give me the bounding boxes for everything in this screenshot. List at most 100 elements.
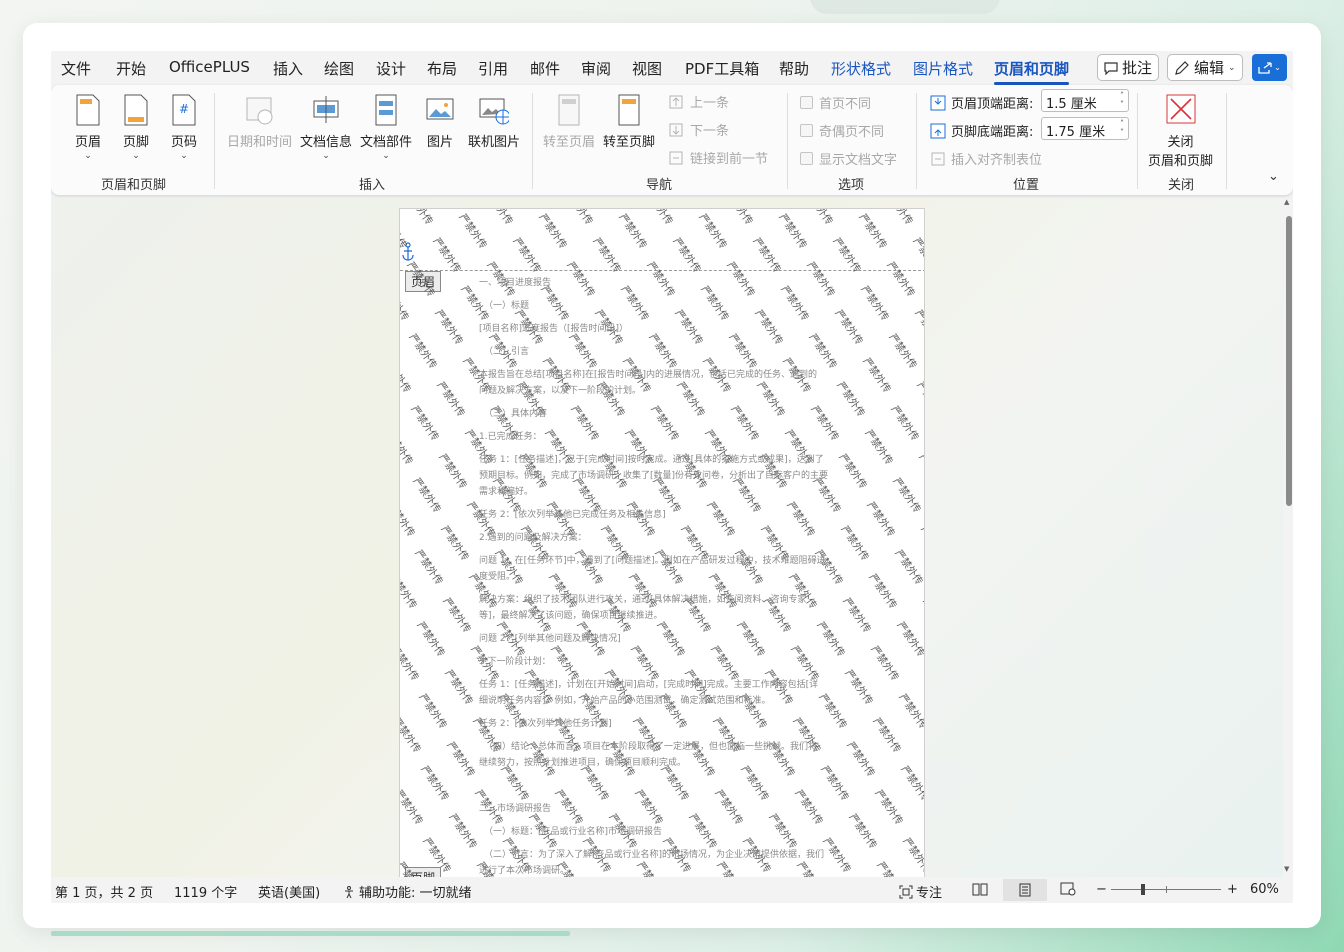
tab-pdf-tools[interactable]: PDF工具箱 — [685, 58, 759, 79]
goto-header-button[interactable]: 转至页眉 — [543, 93, 595, 150]
accessibility-status[interactable]: 辅助功能: 一切就绪 — [342, 882, 472, 901]
watermark-text: 严禁外传 — [672, 308, 705, 348]
page-number-button[interactable]: # 页码 ⌄ — [169, 93, 199, 161]
watermark-text: 严禁外传 — [399, 572, 419, 612]
document-line: 本报告旨在总结[项目名称]在[报告时间段]内的进展情况，包括已完成的任务、遇到的 — [479, 370, 818, 380]
next-icon — [669, 123, 683, 136]
share-icon — [1258, 61, 1272, 74]
tab-officeplus[interactable]: OfficePLUS — [169, 58, 250, 76]
tab-picture-format[interactable]: 图片格式 — [913, 58, 973, 79]
watermark-text: 严禁外传 — [430, 236, 463, 276]
watermark-text: 严禁外传 — [868, 644, 901, 684]
first-page-checkbox[interactable]: 首页不同 — [800, 93, 871, 112]
watermark-text: 严禁外传 — [436, 452, 469, 492]
watermark-text: 严禁外传 — [400, 810, 402, 851]
vertical-scrollbar[interactable]: ▲ ▼ — [1283, 198, 1293, 877]
goto-header-icon — [558, 94, 580, 126]
footer-button[interactable]: 页脚 ⌄ — [121, 93, 151, 161]
watermark-text: 严禁外传 — [856, 212, 889, 252]
watermark-text: 严禁外传 — [864, 500, 897, 540]
watermark-text: 严禁外传 — [696, 212, 729, 252]
tab-help[interactable]: 帮助 — [779, 58, 809, 79]
next-button[interactable]: 下一条 — [668, 120, 729, 139]
show-text-label: 显示文档文字 — [819, 153, 898, 168]
document-line: （二）引言：为了深入了解[产品或行业名称]的市场情况，为企业决策提供依据，我们 — [484, 850, 825, 860]
watermark-text: 严禁外传 — [670, 236, 703, 276]
watermark-text: 严禁外传 — [832, 308, 865, 348]
tab-insert[interactable]: 插入 — [273, 58, 303, 79]
align-tab-icon — [931, 152, 945, 165]
chevron-down-icon: ⌄ — [382, 151, 390, 161]
tab-view[interactable]: 视图 — [632, 58, 662, 79]
prev-button[interactable]: 上一条 — [668, 92, 729, 111]
tab-draw[interactable]: 绘图 — [324, 58, 354, 79]
watermark-text: 严禁外传 — [846, 812, 879, 852]
zoom-slider[interactable] — [1111, 884, 1221, 895]
tab-review[interactable]: 审阅 — [581, 58, 611, 79]
show-text-checkbox[interactable]: 显示文档文字 — [800, 149, 897, 168]
header-icon — [76, 94, 100, 126]
online-picture-button[interactable]: 联机图片 — [468, 93, 520, 150]
document-line: 一、项目进度报告 — [479, 278, 552, 288]
tab-design[interactable]: 设计 — [376, 58, 406, 79]
scroll-up-icon[interactable]: ▲ — [1284, 198, 1289, 206]
watermark-text: 严禁外传 — [634, 858, 669, 877]
tab-shape-format[interactable]: 形状格式 — [831, 58, 891, 79]
goto-footer-button[interactable]: 转至页脚 — [603, 93, 655, 150]
header-button[interactable]: 页眉 ⌄ — [73, 93, 103, 161]
watermark-text: 严禁外传 — [766, 812, 799, 852]
watermark-text: 严禁外传 — [836, 452, 869, 492]
tab-layout[interactable]: 布局 — [427, 58, 457, 79]
tab-header-footer[interactable]: 页眉和页脚 — [994, 58, 1070, 85]
scroll-down-icon[interactable]: ▼ — [1284, 865, 1289, 873]
print-layout-button[interactable] — [1003, 879, 1047, 901]
language[interactable]: 英语(美国) — [258, 882, 320, 901]
checkbox-box — [800, 152, 813, 165]
document-line: 任务 1：[任务描述]，已于[完成时间]按时完成。通过[具体的实施方式或成果]，… — [479, 455, 824, 465]
align-tab-button[interactable]: 插入对齐制表位 — [929, 149, 1042, 168]
datetime-button[interactable]: 日期和时间 — [227, 93, 292, 150]
watermark-text: 严禁外传 — [912, 308, 925, 348]
edit-mode-button[interactable]: 编辑 ⌄ — [1167, 54, 1243, 81]
word-count[interactable]: 1119 个字 — [174, 882, 237, 901]
picture-button[interactable]: 图片 — [425, 93, 455, 150]
share-button[interactable]: ⌄ — [1252, 54, 1287, 81]
focus-mode-button[interactable]: 专注 — [899, 882, 942, 901]
ribbon: 页眉 ⌄ 页脚 ⌄ # 页码 ⌄ 页眉和页脚 日期和时间 文档信息 ⌄ 文档部件 — [51, 85, 1293, 195]
quickparts-button[interactable]: 文档部件 ⌄ — [360, 93, 412, 161]
ribbon-collapse-icon[interactable]: ⌄ — [1268, 169, 1279, 184]
tab-references[interactable]: 引用 — [478, 58, 508, 79]
close-header-footer-button[interactable]: 关闭 页眉和页脚 — [1148, 93, 1213, 169]
web-layout-icon[interactable] — [1060, 882, 1076, 896]
link-prev-button[interactable]: 链接到前一节 — [668, 148, 768, 167]
group-label-navigation: 导航 — [646, 178, 673, 193]
header-label: 页眉 — [74, 135, 101, 150]
spin-arrows-icon[interactable]: ˄ ˅ — [1120, 91, 1124, 109]
taskbar-progress — [51, 931, 570, 936]
zoom-slider-thumb[interactable] — [1141, 884, 1145, 895]
zoom-level[interactable]: 60% — [1250, 882, 1279, 897]
page-number-icon: # — [172, 94, 196, 126]
page-count[interactable]: 第 1 页，共 2 页 — [55, 882, 153, 901]
docinfo-button[interactable]: 文档信息 ⌄ — [300, 93, 352, 161]
tab-mailings[interactable]: 邮件 — [530, 58, 560, 79]
document-page[interactable]: 页眉 页脚 严禁外传严禁外传严禁外传严禁外传严禁外传严禁外传严禁外传严禁外传严禁… — [399, 208, 925, 877]
scroll-thumb[interactable] — [1286, 216, 1292, 506]
zoom-out-button[interactable]: − — [1096, 882, 1107, 897]
datetime-icon — [246, 97, 272, 125]
tab-home[interactable]: 开始 — [116, 58, 146, 79]
document-line: 解决方案：组织了技术团队进行攻关，通过[具体解决措施，如查阅资料、咨询专家 — [479, 595, 807, 605]
header-top-input[interactable]: 1.5 厘米 ˄ ˅ — [1041, 89, 1129, 112]
spin-arrows-icon[interactable]: ˄ ˅ — [1120, 119, 1124, 137]
read-mode-icon[interactable] — [972, 882, 988, 896]
odd-even-checkbox[interactable]: 奇偶页不同 — [800, 121, 884, 140]
close-label-line2: 页眉和页脚 — [1148, 154, 1214, 169]
document-line: 任务 2：[依次列举其他任务计划] — [479, 719, 612, 729]
comment-button[interactable]: 批注 — [1097, 54, 1160, 81]
tab-file[interactable]: 文件 — [61, 58, 91, 79]
watermark-text: 严禁外传 — [834, 380, 867, 420]
group-label-options: 选项 — [838, 178, 865, 193]
footer-bottom-input[interactable]: 1.75 厘米 ˄ ˅ — [1041, 117, 1129, 140]
chevron-down-icon: ⌄ — [180, 151, 188, 161]
zoom-in-button[interactable]: + — [1227, 882, 1238, 897]
